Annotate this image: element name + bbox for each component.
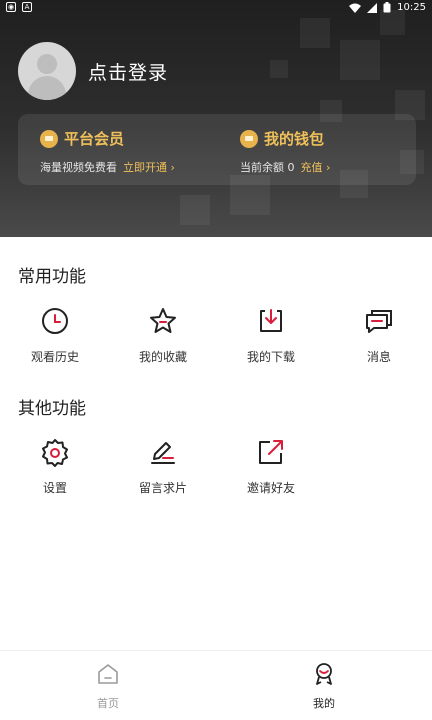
avatar[interactable]: [18, 42, 76, 100]
open-membership-link[interactable]: 立即开通 ›: [123, 161, 175, 174]
favorites-label: 我的收藏: [138, 350, 187, 364]
other-functions-grid: 设置 留言求片 邀请好友: [0, 437, 432, 507]
login-area[interactable]: 点击登录: [18, 42, 168, 100]
common-section-title: 常用功能: [18, 267, 86, 287]
wallet-title: 我的钱包: [264, 130, 325, 148]
edit-pen-icon: [151, 442, 175, 464]
wifi-icon: [349, 3, 362, 13]
login-text[interactable]: 点击登录: [88, 58, 168, 85]
request-item[interactable]: 留言求片: [109, 437, 217, 496]
star-icon: [150, 308, 176, 333]
downloads-item[interactable]: 我的下载: [217, 306, 325, 365]
recharge-link[interactable]: 充值 ›: [301, 161, 331, 174]
member-title: 平台会员: [64, 130, 125, 148]
message-icon: [366, 310, 392, 333]
bottom-nav: 首页 我的: [0, 650, 432, 720]
member-subtitle: 海量视频免费看: [40, 161, 117, 174]
crown-icon: [40, 129, 58, 148]
other-section-title: 其他功能: [18, 399, 86, 419]
tab-home-label: 首页: [97, 697, 119, 710]
notification-icon: ◉: [6, 2, 16, 12]
app-icon: A: [22, 2, 32, 12]
settings-item[interactable]: 设置: [1, 437, 109, 496]
vip-wallet-panel: 平台会员 海量视频免费看 立即开通 › 我的钱包 当前余额 0 充值 ›: [18, 114, 416, 185]
settings-label: 设置: [42, 481, 67, 495]
download-icon: [260, 309, 282, 332]
request-label: 留言求片: [138, 481, 187, 495]
invite-label: 邀请好友: [246, 481, 295, 495]
status-bar: ◉ A 10:25: [0, 0, 432, 16]
tab-mine-label: 我的: [313, 697, 335, 710]
history-item[interactable]: 观看历史: [1, 306, 109, 365]
wallet-icon: [240, 129, 258, 148]
wallet-balance: 当前余额 0: [240, 161, 295, 174]
signal-icon: [367, 2, 378, 13]
home-icon: [98, 664, 118, 684]
profile-header: 点击登录 平台会员 海量视频免费看 立即开通 › 我的钱包 当前余额 0 充值 ›: [0, 0, 432, 237]
tab-mine[interactable]: 我的: [216, 661, 432, 711]
history-label: 观看历史: [30, 350, 79, 364]
battery-icon: [383, 2, 391, 13]
profile-badge-icon: [316, 663, 332, 685]
favorites-item[interactable]: 我的收藏: [109, 306, 217, 365]
messages-label: 消息: [366, 350, 391, 364]
messages-item[interactable]: 消息: [325, 306, 432, 365]
member-card[interactable]: 平台会员 海量视频免费看 立即开通 ›: [40, 128, 175, 175]
invite-item[interactable]: 邀请好友: [217, 437, 325, 496]
wallet-card[interactable]: 我的钱包 当前余额 0 充值 ›: [240, 128, 330, 175]
common-functions-grid: 观看历史 我的收藏 我的下载 消息: [0, 306, 432, 376]
history-clock-icon: [42, 308, 68, 334]
share-icon: [259, 440, 283, 464]
downloads-label: 我的下载: [246, 350, 295, 364]
tab-home[interactable]: 首页: [0, 661, 216, 711]
settings-gear-icon: [42, 439, 68, 467]
status-time: 10:25: [397, 2, 426, 13]
